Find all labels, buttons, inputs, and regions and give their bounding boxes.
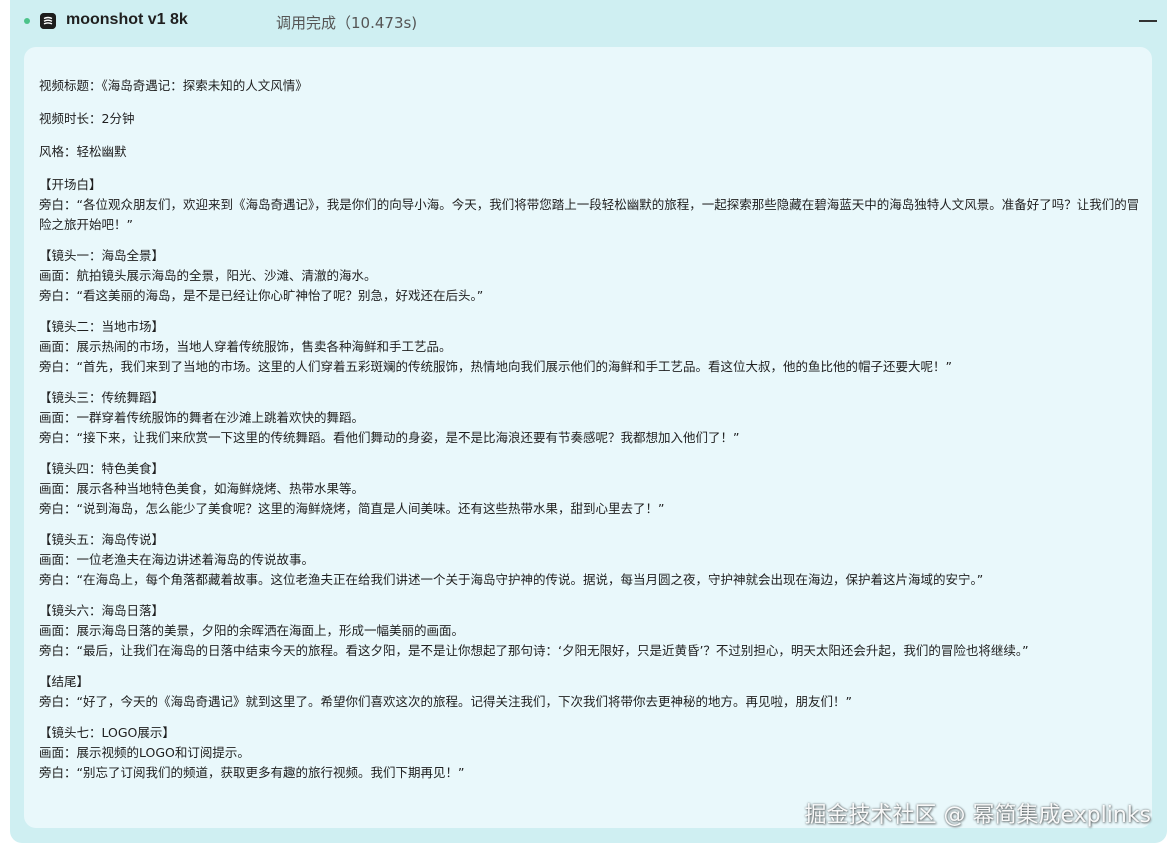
script-sections: 【开场白】旁白：“各位观众朋友们，欢迎来到《海岛奇遇记》，我是你们的向导小海。今… (39, 175, 1144, 783)
section-heading: 【镜头三：传统舞蹈】 (39, 390, 165, 405)
video-style-line: 风格：轻松幽默 (39, 144, 127, 159)
minus-icon (1139, 20, 1157, 22)
script-section: 【镜头一：海岛全景】画面：航拍镜头展示海岛的全景，阳光、沙滩、清澈的海水。旁白：… (39, 246, 1144, 306)
section-heading: 【镜头二：当地市场】 (39, 319, 165, 334)
section-heading: 【镜头五：海岛传说】 (39, 532, 165, 547)
section-heading: 【开场白】 (39, 177, 102, 192)
model-name: moonshot v1 8k (66, 11, 188, 28)
video-title-line: 视频标题：《海岛奇遇记：探索未知的人文风情》 (39, 78, 308, 93)
section-line: 画面：一位老渔夫在海边讲述着海岛的传说故事。 (39, 552, 315, 567)
model-response-panel: moonshot v1 8k 调用完成（10.473s) 视频标题：《海岛奇遇记… (10, 0, 1167, 843)
response-content-card: 视频标题：《海岛奇遇记：探索未知的人文风情》 视频时长：2分钟 风格：轻松幽默 … (24, 47, 1152, 828)
status-dot-icon (24, 18, 30, 24)
panel-header: moonshot v1 8k 调用完成（10.473s) (10, 0, 1167, 42)
section-line: 画面：展示海岛日落的美景，夕阳的余晖洒在海面上，形成一幅美丽的画面。 (39, 623, 465, 638)
section-heading: 【镜头七：LOGO展示】 (39, 725, 175, 740)
section-line: 画面：展示热闹的市场，当地人穿着传统服饰，售卖各种海鲜和手工艺品。 (39, 339, 452, 354)
script-section: 【镜头二：当地市场】画面：展示热闹的市场，当地人穿着传统服饰，售卖各种海鲜和手工… (39, 317, 1144, 377)
section-heading: 【镜头一：海岛全景】 (39, 248, 165, 263)
response-text: 视频标题：《海岛奇遇记：探索未知的人文风情》 视频时长：2分钟 风格：轻松幽默 … (39, 76, 1144, 783)
section-line: 旁白：“首先，我们来到了当地的市场。这里的人们穿着五彩斑斓的传统服饰，热情地向我… (39, 359, 952, 374)
section-heading: 【镜头四：特色美食】 (39, 461, 165, 476)
watermark: 掘金技术社区 @ 幂简集成explinks (804, 803, 1152, 828)
section-line: 画面：展示各种当地特色美食，如海鲜烧烤、热带水果等。 (39, 481, 365, 496)
section-heading: 【镜头六：海岛日落】 (39, 603, 165, 618)
video-duration-line: 视频时长：2分钟 (39, 111, 135, 126)
section-line: 旁白：“各位观众朋友们，欢迎来到《海岛奇遇记》，我是你们的向导小海。今天，我们将… (39, 197, 1140, 232)
section-line: 旁白：“别忘了订阅我们的频道，获取更多有趣的旅行视频。我们下期再见！” (39, 765, 465, 780)
script-section: 【结尾】旁白：“好了，今天的《海岛奇遇记》就到这里了。希望你们喜欢这次的旅程。记… (39, 672, 1144, 712)
section-line: 旁白：“看这美丽的海岛，是不是已经让你心旷神怡了呢？别急，好戏还在后头。” (39, 288, 484, 303)
collapse-button[interactable] (1137, 10, 1159, 32)
section-line: 旁白：“说到海岛，怎么能少了美食呢？这里的海鲜烧烤，简直是人间美味。还有这些热带… (39, 501, 665, 516)
call-status: 调用完成（10.473s) (276, 14, 418, 32)
section-line: 旁白：“接下来，让我们来欣赏一下这里的传统舞蹈。看他们舞动的身姿，是不是比海浪还… (39, 430, 740, 445)
script-section: 【镜头六：海岛日落】画面：展示海岛日落的美景，夕阳的余晖洒在海面上，形成一幅美丽… (39, 601, 1144, 661)
section-line: 旁白：“在海岛上，每个角落都藏着故事。这位老渔夫正在给我们讲述一个关于海岛守护神… (39, 572, 984, 587)
script-section: 【镜头五：海岛传说】画面：一位老渔夫在海边讲述着海岛的传说故事。旁白：“在海岛上… (39, 530, 1144, 590)
section-line: 画面：航拍镜头展示海岛的全景，阳光、沙滩、清澈的海水。 (39, 268, 377, 283)
moonshot-logo-icon (40, 13, 56, 29)
section-line: 画面：一群穿着传统服饰的舞者在沙滩上跳着欢快的舞蹈。 (39, 410, 365, 425)
section-heading: 【结尾】 (39, 674, 90, 689)
script-section: 【镜头四：特色美食】画面：展示各种当地特色美食，如海鲜烧烤、热带水果等。旁白：“… (39, 459, 1144, 519)
section-line: 画面：展示视频的LOGO和订阅提示。 (39, 745, 250, 760)
script-section: 【镜头七：LOGO展示】画面：展示视频的LOGO和订阅提示。旁白：“别忘了订阅我… (39, 723, 1144, 783)
section-line: 旁白：“最后，让我们在海岛的日落中结束今天的旅程。看这夕阳，是不是让你想起了那句… (39, 643, 1029, 658)
section-line: 旁白：“好了，今天的《海岛奇遇记》就到这里了。希望你们喜欢这次的旅程。记得关注我… (39, 694, 852, 709)
script-section: 【开场白】旁白：“各位观众朋友们，欢迎来到《海岛奇遇记》，我是你们的向导小海。今… (39, 175, 1144, 235)
script-section: 【镜头三：传统舞蹈】画面：一群穿着传统服饰的舞者在沙滩上跳着欢快的舞蹈。旁白：“… (39, 388, 1144, 448)
